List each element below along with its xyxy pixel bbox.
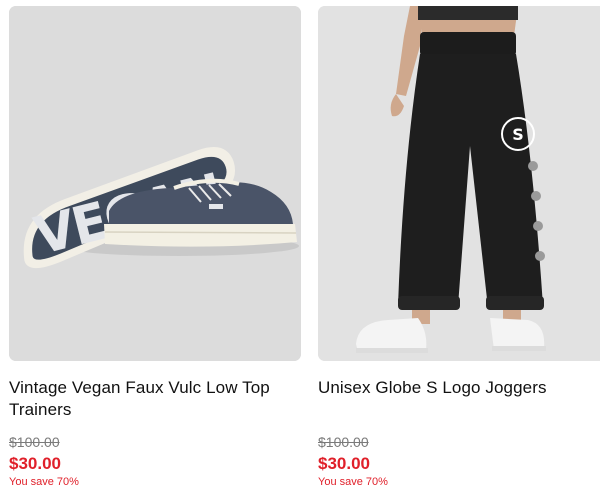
svg-text:S: S bbox=[512, 125, 524, 144]
original-price: $100.00 bbox=[9, 434, 60, 450]
product-image[interactable]: VEGAN bbox=[9, 6, 301, 361]
joggers-image: S bbox=[318, 6, 600, 361]
sale-price: $30.00 bbox=[9, 454, 61, 473]
product-title[interactable]: Vintage Vegan Faux Vulc Low Top Trainers bbox=[9, 377, 301, 421]
product-card[interactable]: S Unisex Globe S Logo Joggers $100.00 $3… bbox=[318, 6, 600, 490]
savings-label: You save 70% bbox=[318, 476, 388, 488]
sale-price: $30.00 bbox=[318, 454, 370, 473]
trainers-image: VEGAN bbox=[9, 6, 301, 361]
original-price: $100.00 bbox=[318, 434, 369, 450]
product-title[interactable]: Unisex Globe S Logo Joggers bbox=[318, 377, 600, 399]
savings-label: You save 70% bbox=[9, 476, 79, 488]
product-card[interactable]: VEGAN Vintage Vegan Faux Vulc Low Top Tr… bbox=[9, 6, 301, 490]
product-image[interactable]: S bbox=[318, 6, 600, 361]
